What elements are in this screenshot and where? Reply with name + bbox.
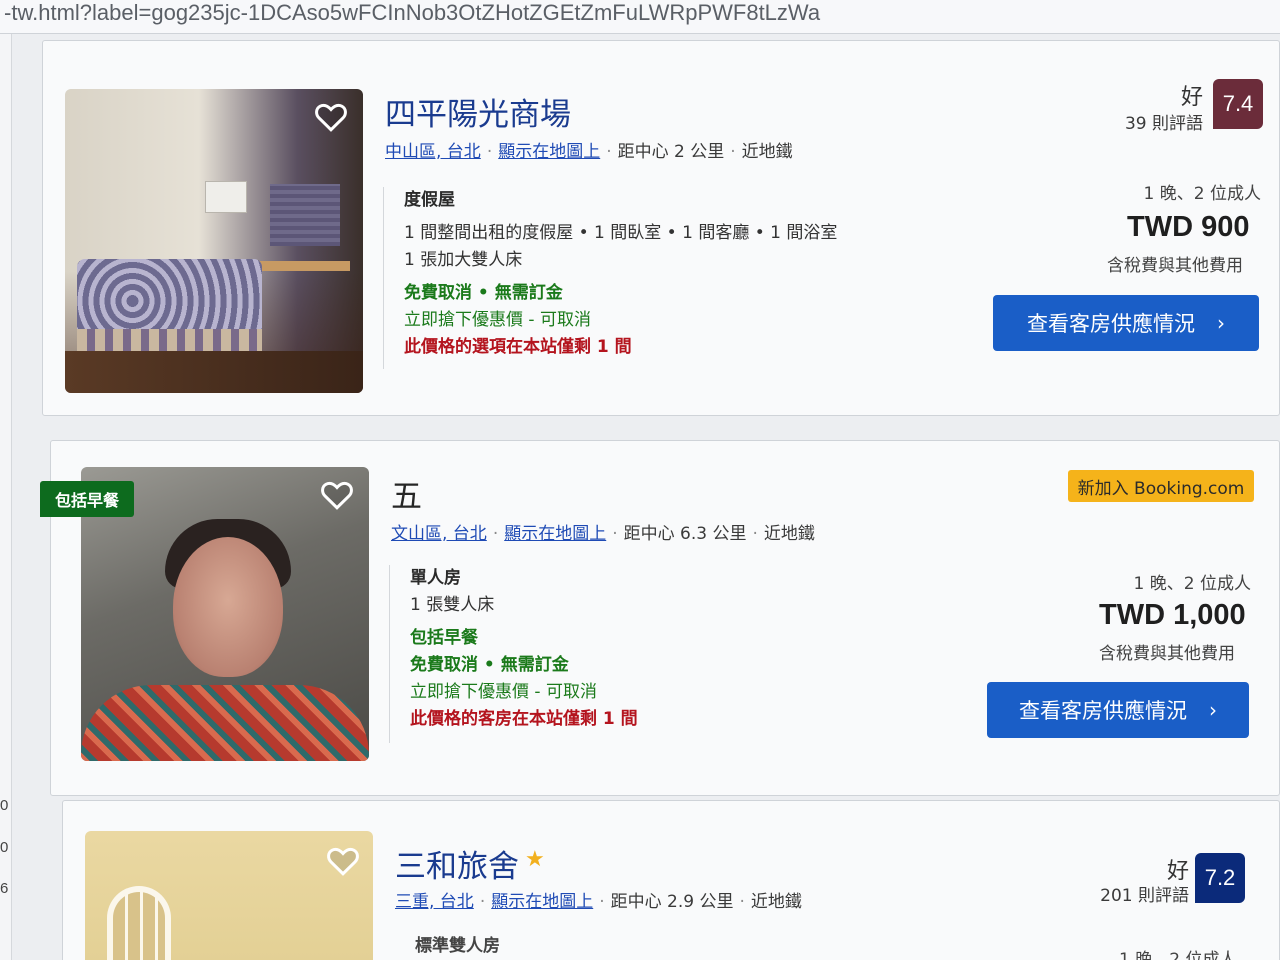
url-bar[interactable]: -tw.html?label=gog235jc-1DCAso5wFCInNob3… (0, 0, 1280, 34)
review-count[interactable]: 201 則評語 (1069, 881, 1189, 906)
url-text: -tw.html?label=gog235jc-1DCAso5wFCInNob3… (4, 0, 821, 25)
review-score-badge[interactable]: 7.4 (1213, 79, 1263, 129)
see-availability-button[interactable]: 查看客房供應情況 › (987, 682, 1249, 738)
property-location: 中山區, 台北 · 顯示在地圖上 · 距中心 2 公里 · 近地鐵 (385, 142, 793, 162)
gutter-char: 0 (0, 839, 9, 856)
property-title[interactable]: 五 (391, 471, 422, 516)
cancellation-policy: 免費取消 • 無需訂金 (410, 655, 569, 675)
scarcity-text: 此價格的客房在本站僅剩 1 間 (410, 709, 638, 729)
transit-text: 近地鐵 (741, 142, 793, 162)
taxes-note: 含稅費與其他費用 (1099, 644, 1235, 664)
star-icon: ★ (525, 847, 545, 872)
room-details: 單人房 1 張雙人床 包括早餐 免費取消 • 無需訂金 立即搶下優惠價 - 可取… (389, 565, 638, 743)
room-type[interactable]: 度假屋 (404, 187, 837, 214)
left-gutter: 0 0 6 (0, 34, 12, 960)
cancellation-policy: 免費取消 • 無需訂金 (404, 283, 563, 303)
distance-text: 距中心 6.3 公里 (623, 524, 747, 544)
heart-outline-icon[interactable] (325, 843, 361, 879)
stay-guests: 1 晚、2 位成人 (1119, 950, 1237, 960)
chevron-right-icon: › (1217, 311, 1225, 335)
deal-text: 立即搶下優惠價 - 可取消 (410, 682, 597, 702)
see-availability-label: 查看客房供應情況 (1019, 699, 1187, 723)
room-type: 標準雙人房 (415, 936, 500, 956)
deal-text: 立即搶下優惠價 - 可取消 (404, 310, 591, 330)
room-details: 度假屋 1 間整間出租的度假屋 • 1 間臥室 • 1 間客廳 • 1 間浴室 … (383, 187, 837, 369)
stay-guests: 1 晚、2 位成人 (1143, 184, 1261, 204)
rating-word: 好 (1180, 85, 1203, 110)
property-location: 三重, 台北 · 顯示在地圖上 · 距中心 2.9 公里 · 近地鐵 (395, 892, 802, 912)
property-title[interactable]: 四平陽光商場 (385, 89, 571, 134)
show-on-map-link[interactable]: 顯示在地圖上 (498, 142, 600, 162)
price: TWD 1,000 (1099, 599, 1246, 631)
price: TWD 900 (1127, 211, 1250, 243)
review-score-badge[interactable]: 7.2 (1195, 853, 1245, 903)
room-description: 1 間整間出租的度假屋 • 1 間臥室 • 1 間客廳 • 1 間浴室 (404, 223, 838, 243)
show-on-map-link[interactable]: 顯示在地圖上 (504, 524, 606, 544)
review-count[interactable]: 39 則評語 (1083, 109, 1203, 134)
area-link[interactable]: 三重, 台北 (395, 892, 474, 912)
chevron-right-icon: › (1209, 698, 1217, 722)
area-link[interactable]: 文山區, 台北 (391, 524, 487, 544)
transit-text: 近地鐵 (763, 524, 815, 544)
bed-info: 1 張加大雙人床 (404, 250, 523, 270)
breakfast-badge: 包括早餐 (40, 481, 134, 517)
distance-text: 距中心 2 公里 (617, 142, 725, 162)
show-on-map-link[interactable]: 顯示在地圖上 (491, 892, 593, 912)
property-card: 三和旅舍 ★ 三重, 台北 · 顯示在地圖上 · 距中心 2.9 公里 · 近地鐵 標準雙人… (62, 800, 1280, 960)
see-availability-button[interactable]: 查看客房供應情況 › (993, 295, 1259, 351)
gutter-char: 6 (0, 880, 9, 897)
gutter-char: 0 (0, 797, 9, 814)
heart-outline-icon[interactable] (319, 477, 355, 513)
area-link[interactable]: 中山區, 台北 (385, 142, 481, 162)
property-location: 文山區, 台北 · 顯示在地圖上 · 距中心 6.3 公里 · 近地鐵 (391, 524, 815, 544)
taxes-note: 含稅費與其他費用 (1107, 256, 1243, 276)
property-card: 四平陽光商場 中山區, 台北 · 顯示在地圖上 · 距中心 2 公里 · 近地鐵 度假屋 1… (42, 40, 1280, 416)
room-type[interactable]: 單人房 (410, 565, 638, 592)
heart-outline-icon[interactable] (313, 99, 349, 135)
see-availability-label: 查看客房供應情況 (1027, 312, 1195, 336)
breakfast-included: 包括早餐 (410, 628, 478, 648)
transit-text: 近地鐵 (750, 892, 802, 912)
new-to-booking-badge: 新加入 Booking.com (1068, 470, 1254, 502)
distance-text: 距中心 2.9 公里 (610, 892, 734, 912)
property-title[interactable]: 三和旅舍 (395, 841, 519, 886)
scarcity-text: 此價格的選項在本站僅剩 1 間 (404, 337, 632, 357)
bed-info: 1 張雙人床 (410, 595, 495, 615)
stay-guests: 1 晚、2 位成人 (1133, 574, 1251, 594)
